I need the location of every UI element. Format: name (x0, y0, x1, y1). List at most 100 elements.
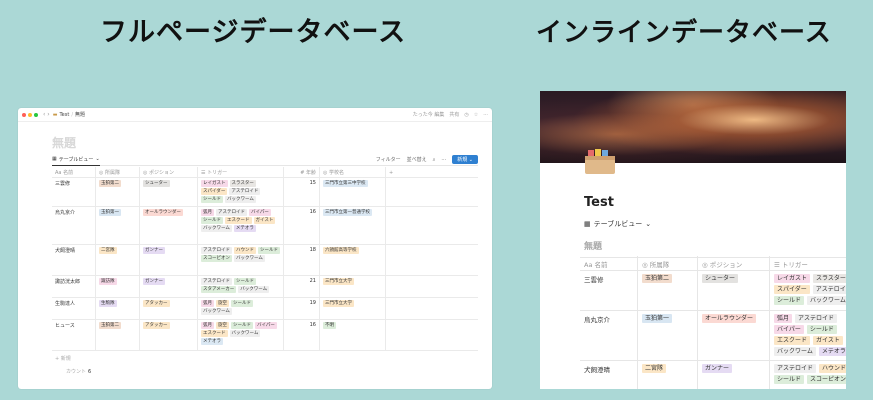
table-row[interactable]: ヒュース 玉狛第二 アタッカー 弧月 旋空 シールド バイパー エスクード バッ… (52, 320, 478, 351)
database-title[interactable]: 無題 (584, 239, 602, 252)
trigger-tag[interactable]: レイガスト (774, 274, 811, 283)
trigger-tag[interactable]: 旋空 (216, 300, 229, 307)
trigger-tag[interactable]: シールド (774, 296, 805, 305)
page-title[interactable]: Test (584, 195, 614, 210)
table-row[interactable]: 三雲修 玉狛第二 シューター レイガスト スラスター スパイダー アステロイド … (52, 178, 478, 207)
trigger-tag[interactable]: メテオラ (233, 225, 256, 232)
trigger-tag[interactable]: シールド (201, 217, 223, 224)
position-tag[interactable]: ガンナー (143, 247, 165, 254)
trigger-tag[interactable]: シールド (806, 325, 837, 334)
column-header-school[interactable]: ◎ 学校名 (320, 167, 386, 178)
trigger-tag[interactable]: シールド (231, 300, 253, 307)
history-icon[interactable]: ◷ (464, 112, 468, 118)
trigger-tag[interactable]: バイパー (249, 209, 271, 216)
trigger-tag[interactable]: アステロイド (229, 188, 261, 195)
school-tag[interactable]: 不明 (323, 322, 336, 329)
filter-button[interactable]: フィルター (376, 156, 401, 163)
cell-name[interactable]: 犬飼澄晴 (580, 361, 638, 389)
column-header-age[interactable]: # 年齢 (284, 167, 320, 178)
unit-tag[interactable]: 玉狛第二 (99, 322, 121, 329)
trigger-tag[interactable]: メテオラ (201, 338, 223, 345)
trigger-tag[interactable]: スラスター (229, 180, 256, 187)
tab-table-view[interactable]: ▦ テーブルビュー ⌄ (584, 219, 651, 229)
column-header-trigger[interactable]: ☰ トリガー (770, 256, 846, 272)
column-header-position[interactable]: ◎ ポジション (698, 256, 770, 272)
trigger-tag[interactable]: ハウンド (234, 247, 256, 254)
table-row[interactable]: 犬飼澄晴 二宮隊 ガンナー アステロイド ハウンド シールド スコーピオン バッ… (52, 245, 478, 276)
trigger-tag[interactable]: エスクード (201, 330, 228, 337)
trigger-tag[interactable]: 弧月 (774, 314, 793, 323)
file-box-icon[interactable] (584, 147, 616, 175)
table-row[interactable]: 烏丸京介 玉狛第一 オールラウンダー 弧月 アステロイド バイパー シールド エ… (580, 311, 846, 361)
column-header-trigger[interactable]: ☰ トリガー (198, 167, 284, 178)
trigger-tag[interactable]: 弧月 (201, 209, 214, 216)
trigger-tag[interactable]: スラスター (813, 274, 846, 283)
column-header-unit[interactable]: ◎ 所属隊 (96, 167, 140, 178)
cell-name[interactable]: 烏丸京介 (580, 311, 638, 360)
school-tag[interactable]: 六頴館高等学校 (323, 247, 359, 254)
table-row[interactable]: 烏丸京介 玉狛第一 オールラウンダー 弧月 アステロイド バイパー シールド エ… (52, 207, 478, 245)
cell-name[interactable]: 諏訪洸太郎 (52, 276, 96, 297)
trigger-tag[interactable]: アステロイド (795, 314, 838, 323)
favorite-icon[interactable]: ☆ (474, 112, 478, 118)
unit-tag[interactable]: 二宮隊 (99, 247, 117, 254)
unit-tag[interactable]: 二宮隊 (642, 364, 667, 373)
more-icon[interactable]: ··· (483, 112, 488, 118)
trigger-tag[interactable]: レイガスト (201, 180, 228, 187)
cell-age[interactable]: 21 (284, 276, 320, 297)
trigger-tag[interactable]: 弧月 (201, 322, 214, 329)
trigger-tag[interactable]: シールド (201, 196, 223, 203)
cell-age[interactable]: 19 (284, 298, 320, 319)
position-tag[interactable]: オールラウンダー (702, 314, 757, 323)
cell-age[interactable]: 15 (284, 178, 320, 206)
school-tag[interactable]: 三門市立第三中学校 (323, 180, 368, 187)
cell-name[interactable]: 三雲修 (580, 271, 638, 310)
trigger-tag[interactable]: シールド (258, 247, 280, 254)
unit-tag[interactable]: 生駒隊 (99, 300, 117, 307)
minimize-window-icon[interactable] (28, 112, 32, 117)
school-tag[interactable]: 三門市立大学 (323, 300, 354, 307)
position-tag[interactable]: ガンナー (143, 278, 165, 285)
table-row[interactable]: 諏訪洸太郎 諏訪隊 ガンナー アステロイド シールド スタアメーカー バックワー… (52, 276, 478, 298)
position-tag[interactable]: シューター (143, 180, 170, 187)
trigger-tag[interactable]: ガイスト (813, 336, 843, 345)
sort-button[interactable]: 並べ替え (407, 156, 427, 163)
unit-tag[interactable]: 玉狛第一 (99, 209, 121, 216)
position-tag[interactable]: アタッカー (143, 322, 170, 329)
cell-age[interactable]: 16 (284, 320, 320, 350)
trigger-tag[interactable]: バックワーム (229, 330, 261, 337)
unit-tag[interactable]: 玉狛第二 (99, 180, 121, 187)
trigger-tag[interactable]: アステロイド (201, 278, 232, 285)
position-tag[interactable]: アタッカー (143, 300, 170, 307)
trigger-tag[interactable]: バイパー (774, 325, 804, 334)
add-column-button[interactable]: + (386, 168, 478, 178)
trigger-tag[interactable]: バックワーム (774, 347, 816, 356)
cell-name[interactable]: 犬飼澄晴 (52, 245, 96, 275)
cell-age[interactable]: 16 (284, 207, 320, 244)
trigger-tag[interactable]: スコーピオン (807, 375, 846, 384)
column-header-position[interactable]: ◎ ポジション (140, 167, 198, 178)
add-row-button[interactable]: + 新規 (52, 351, 478, 366)
trigger-tag[interactable]: バックワーム (201, 308, 232, 315)
trigger-tag[interactable]: スパイダー (774, 285, 810, 294)
cell-age[interactable]: 18 (284, 245, 320, 275)
trigger-tag[interactable]: ガイスト (253, 217, 276, 224)
unit-tag[interactable]: 玉狛第二 (642, 274, 673, 283)
position-tag[interactable]: オールラウンダー (143, 209, 183, 216)
trigger-tag[interactable]: スコーピオン (201, 255, 232, 262)
trigger-tag[interactable]: アステロイド (812, 285, 846, 294)
share-button[interactable]: 共有 (449, 111, 459, 118)
cell-name[interactable]: 三雲修 (52, 178, 96, 206)
table-row[interactable]: 三雲修 玉狛第二 シューター レイガスト スラスター スパイダー アステロイド … (580, 271, 846, 311)
cell-name[interactable]: 烏丸京介 (52, 207, 96, 244)
trigger-tag[interactable]: スタアメーカー (201, 286, 237, 293)
page-title[interactable]: 無題 (52, 134, 76, 151)
school-tag[interactable]: 三門市立大学 (323, 278, 354, 285)
unit-tag[interactable]: 玉狛第一 (642, 314, 673, 323)
close-window-icon[interactable] (22, 112, 26, 117)
trigger-tag[interactable]: ハウンド (819, 364, 846, 373)
trigger-tag[interactable]: 弧月 (201, 300, 214, 307)
trigger-tag[interactable]: スパイダー (201, 188, 228, 195)
breadcrumb-item-test[interactable]: Test (59, 112, 69, 118)
position-tag[interactable]: ガンナー (702, 364, 733, 373)
